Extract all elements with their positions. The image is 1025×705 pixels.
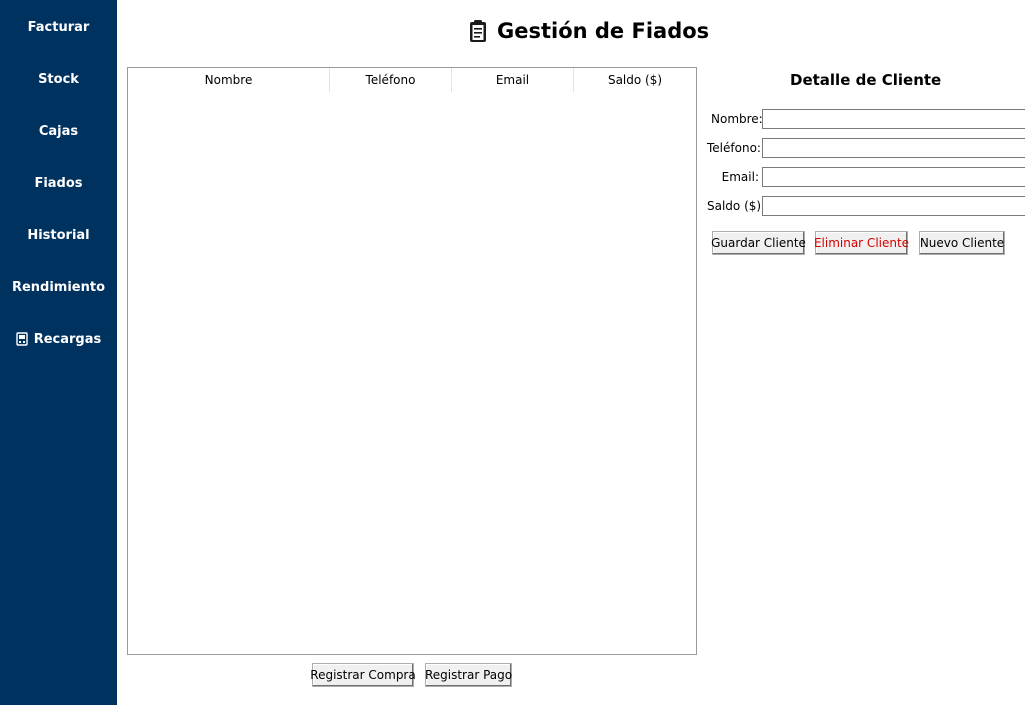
register-purchase-button[interactable]: Registrar Compra	[310, 663, 416, 687]
clipboard-icon	[470, 20, 486, 42]
column-label: Teléfono	[365, 73, 416, 87]
column-label: Saldo ($)	[607, 73, 663, 87]
column-header-telefono[interactable]: Teléfono	[330, 68, 452, 92]
column-label: Email	[495, 73, 530, 87]
phone-field[interactable]	[762, 138, 1025, 158]
balance-label: Saldo ($):	[707, 199, 766, 213]
new-client-button[interactable]: Nuevo Cliente	[919, 231, 1005, 255]
sidebar-item-stock[interactable]: Stock	[0, 66, 117, 92]
sidebar-item-historial[interactable]: Historial	[0, 222, 117, 248]
column-header-saldo[interactable]: Saldo ($)	[574, 68, 696, 92]
sidebar-item-facturar[interactable]: Facturar	[0, 14, 117, 40]
sidebar-item-rendimiento[interactable]: Rendimiento	[0, 274, 117, 300]
delete-client-button[interactable]: Eliminar Cliente	[814, 231, 909, 255]
balance-field[interactable]	[762, 196, 1025, 216]
sidebar: Facturar Stock Cajas Fiados Historial Re…	[0, 0, 117, 705]
sidebar-item-label: Fiados	[34, 175, 83, 191]
page-title-text: Gestión de Fiados	[497, 19, 710, 43]
table-header: Nombre Teléfono Email Saldo ($)	[128, 68, 696, 92]
phone-label: Teléfono:	[707, 141, 761, 155]
recharge-icon	[16, 332, 28, 346]
sidebar-item-label: Stock	[38, 71, 79, 87]
column-header-nombre[interactable]: Nombre	[128, 68, 330, 92]
name-field[interactable]	[762, 109, 1025, 129]
sidebar-item-cajas[interactable]: Cajas	[0, 118, 117, 144]
sidebar-item-label: Rendimiento	[11, 279, 106, 295]
detail-title: Detalle de Cliente	[790, 71, 942, 89]
column-label: Nombre	[204, 73, 253, 87]
page-title: Gestión de Fiados	[468, 15, 709, 47]
sidebar-item-recargas[interactable]: Recargas	[0, 326, 117, 352]
sidebar-item-label: Cajas	[38, 123, 79, 139]
email-label: Email:	[721, 170, 759, 184]
email-field[interactable]	[762, 167, 1025, 187]
save-client-button[interactable]: Guardar Cliente	[711, 231, 806, 255]
clients-table[interactable]: Nombre Teléfono Email Saldo ($)	[127, 67, 697, 655]
column-header-email[interactable]: Email	[452, 68, 574, 92]
sidebar-item-label: Recargas	[33, 331, 102, 347]
sidebar-item-fiados[interactable]: Fiados	[0, 170, 117, 196]
name-label: Nombre:	[711, 112, 763, 126]
sidebar-item-label: Historial	[27, 227, 90, 243]
register-payment-button[interactable]: Registrar Pago	[425, 663, 512, 687]
sidebar-item-label: Facturar	[27, 19, 90, 35]
